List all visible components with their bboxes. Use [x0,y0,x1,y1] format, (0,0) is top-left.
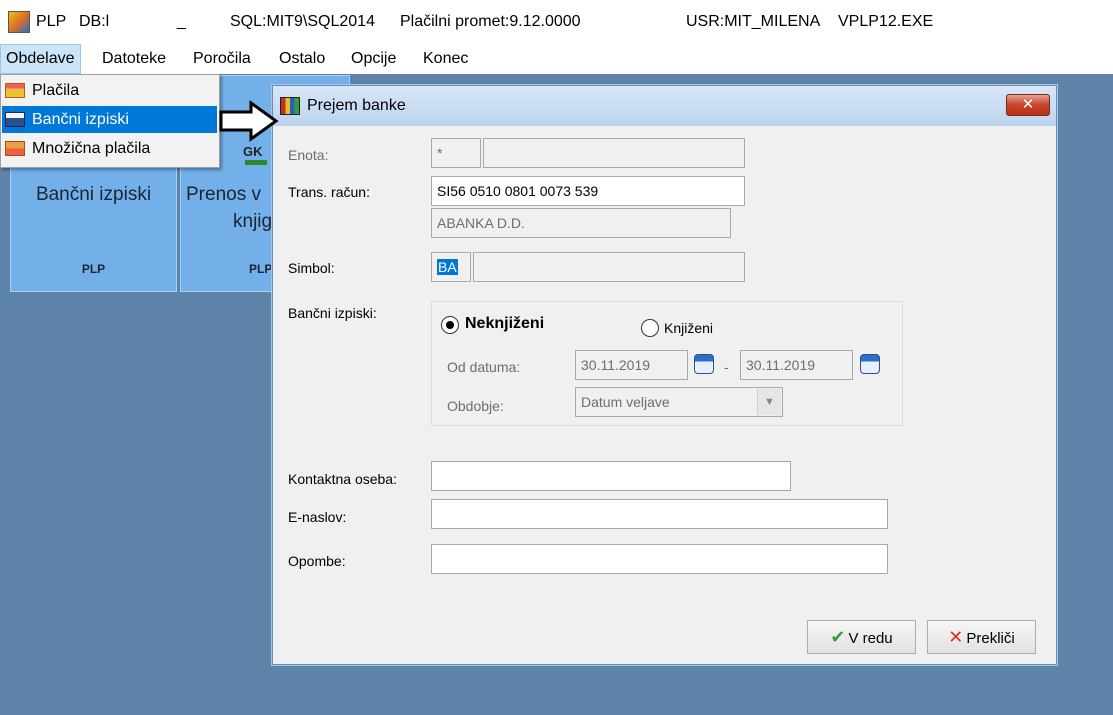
date-separator: - [724,359,729,375]
dialog-body: Enota: * Trans. račun: SI56 0510 0801 00… [279,126,1050,658]
user-label: USR:MIT_MILENA [686,13,821,30]
radio-neknjizeni[interactable] [441,316,459,334]
db-label: DB:l [79,13,110,30]
menu-opcije[interactable]: Opcije [346,44,401,74]
bancni-izpiski-label: Bančni izpiski: [288,305,377,321]
date-to-field[interactable]: 30.11.2019 [740,350,853,380]
dropdown-item-bancni-izpiski[interactable]: Bančni izpiski [2,106,217,133]
dialog-icon [280,97,300,115]
e-naslov-label: E-naslov: [288,509,347,525]
calendar-icon[interactable] [860,354,880,374]
tile-title-line2: knjig [233,211,273,232]
version-label: Plačilni promet:9.12.0000 [400,13,581,30]
menu-porocila[interactable]: Poročila [188,44,256,74]
simbol-name-field [473,252,745,282]
kontaktna-oseba-label: Kontaktna oseba: [288,471,397,487]
folder-open-icon [5,112,25,127]
ok-button[interactable]: ✔ V redu [807,620,916,654]
annotation-arrow-icon [219,100,279,142]
ok-button-label: V redu [848,630,893,647]
app-icon [8,11,30,33]
trans-racun-label: Trans. račun: [288,184,370,200]
db-underscore: _ [177,13,186,30]
menu-bar: Obdelave Datoteke Poročila Ostalo Opcije… [0,44,1113,74]
tile-peek-text: GK [243,144,263,159]
dropdown-item-label: Bančni izpiski [32,111,129,128]
simbol-code-field[interactable]: BA [431,252,471,282]
tile-footer: PLP [81,262,106,276]
trans-racun-field[interactable]: SI56 0510 0801 0073 539 [431,176,745,206]
obdobje-label: Obdobje: [447,398,504,414]
exe-label: VPLP12.EXE [838,13,934,30]
chevron-down-icon[interactable]: ▼ [757,389,781,415]
dropdown-item-placila[interactable]: Plačila [2,77,217,104]
obdelave-dropdown: Plačila Bančni izpiski Množična plačila [0,74,220,168]
dialog-titlebar[interactable]: Prejem banke ✕ [273,86,1056,126]
arrow-right-icon [245,160,267,165]
kontaktna-oseba-field[interactable] [431,461,791,491]
obdobje-select[interactable]: Datum veljave ▼ [575,387,783,417]
enota-name-field [483,138,745,168]
cross-icon: ✕ [948,627,964,647]
obdobje-value: Datum veljave [581,394,670,410]
e-naslov-field[interactable] [431,499,888,529]
dropdown-item-mnozicna-placila[interactable]: Množična plačila [2,135,217,162]
tile-title: Bančni izpiski [35,184,152,205]
calendar-icon[interactable] [694,354,714,374]
dialog-title: Prejem banke [307,97,406,114]
dropdown-item-label: Plačila [32,82,80,99]
prejem-banke-dialog: Prejem banke ✕ Enota: * Trans. račun: SI… [272,85,1057,665]
menu-konec[interactable]: Konec [418,44,473,74]
simbol-code-value: BA [437,259,458,275]
menu-datoteke[interactable]: Datoteke [97,44,171,74]
bulk-payments-icon [5,141,25,156]
tile-title: Prenos v [186,184,261,205]
menu-obdelave[interactable]: Obdelave [0,44,81,74]
close-button[interactable]: ✕ [1006,94,1050,116]
payments-icon [5,83,25,98]
radio-knjizeni-label[interactable]: Knjiženi [664,320,713,336]
bancni-izpiski-group: Neknjiženi Knjiženi Od datuma: 30.11.201… [431,301,903,426]
date-from-field[interactable]: 30.11.2019 [575,350,688,380]
opombe-field[interactable] [431,544,888,574]
cancel-button[interactable]: ✕ Prekliči [927,620,1036,654]
sql-label: SQL:MIT9\SQL2014 [230,13,375,30]
window-titlebar: PLP DB:l _ SQL:MIT9\SQL2014 Plačilni pro… [0,0,1113,44]
simbol-label: Simbol: [288,260,335,276]
radio-neknjizeni-label[interactable]: Neknjiženi [465,315,544,333]
radio-knjizeni[interactable] [641,319,659,337]
app-name: PLP [36,13,67,30]
bank-name-field: ABANKA D.D. [431,208,731,238]
cancel-button-label: Prekliči [966,630,1015,647]
enota-code-field[interactable]: * [431,138,481,168]
tile-footer: PLP [249,262,273,276]
checkmark-icon: ✔ [830,627,846,647]
enota-label: Enota: [288,147,329,163]
od-datuma-label: Od datuma: [447,359,521,375]
opombe-label: Opombe: [288,553,346,569]
menu-ostalo[interactable]: Ostalo [274,44,330,74]
dropdown-item-label: Množična plačila [32,140,151,157]
